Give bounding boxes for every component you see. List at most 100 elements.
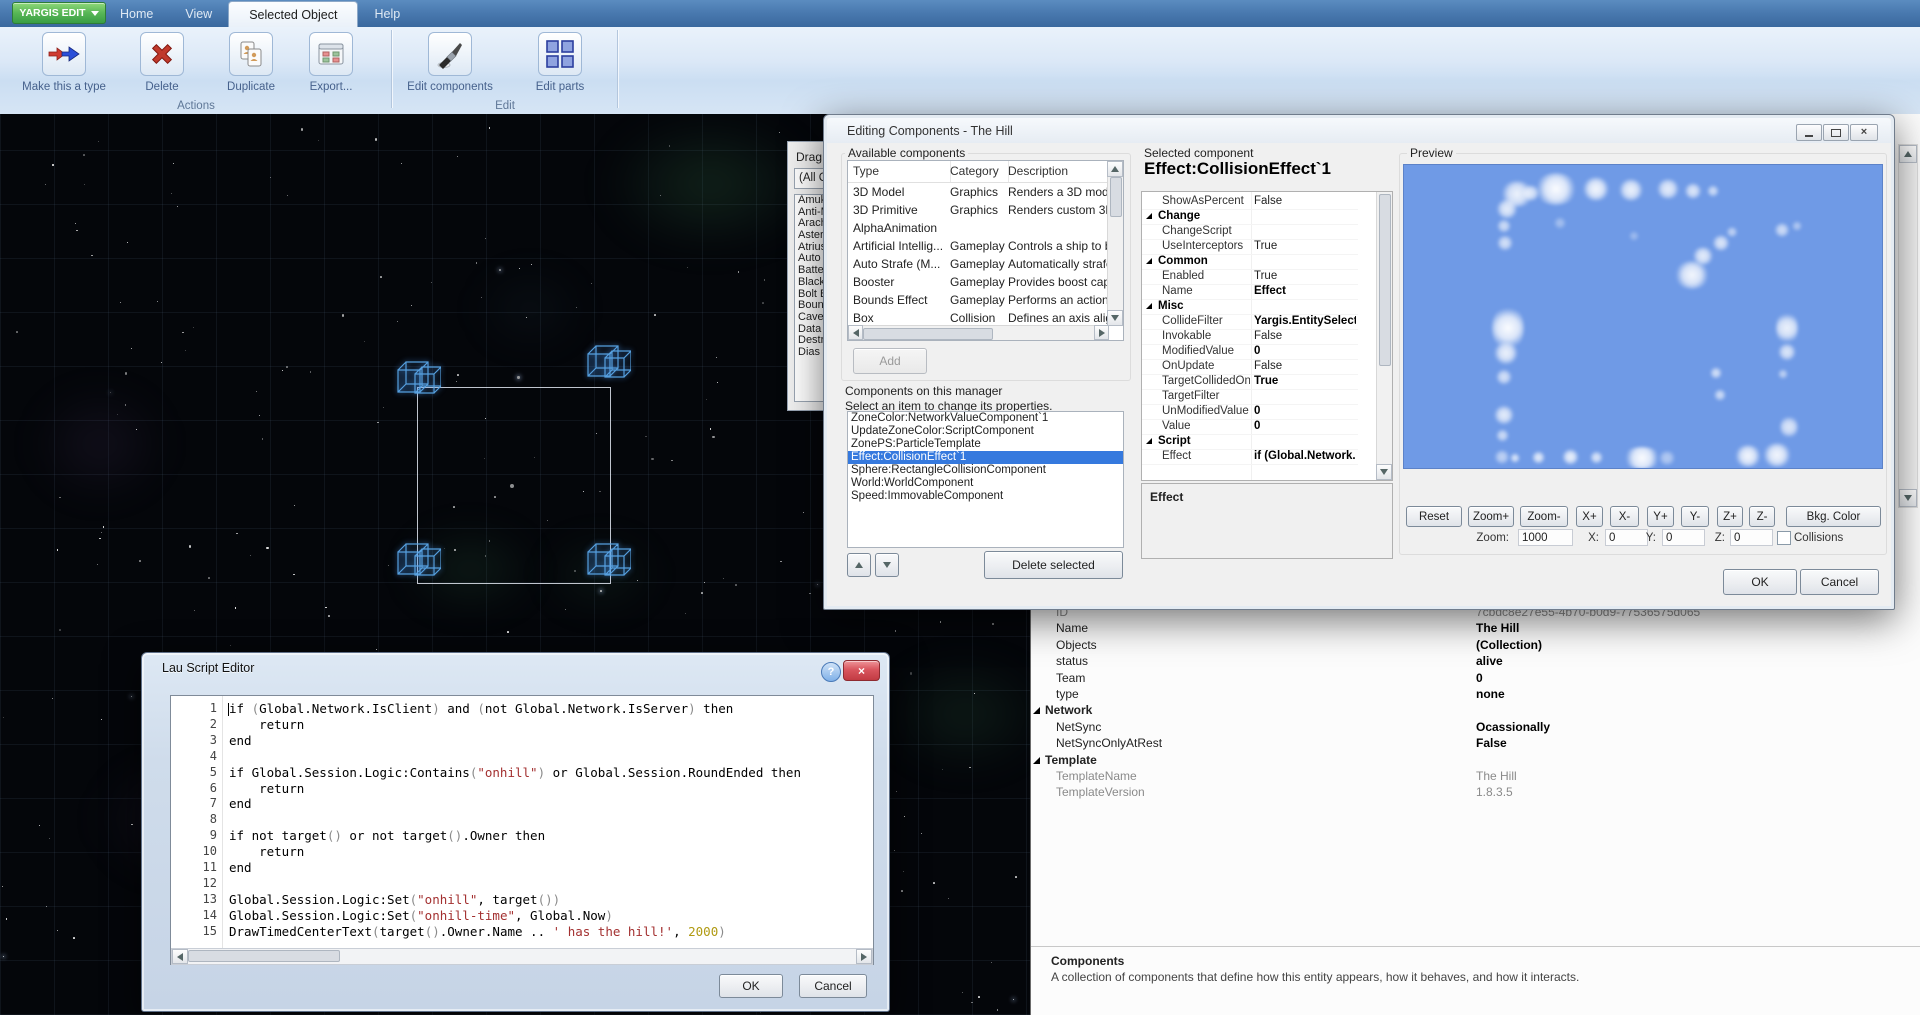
scroll-up-button[interactable] xyxy=(1899,145,1917,163)
zone-corner-cube[interactable] xyxy=(393,352,441,403)
z-field[interactable] xyxy=(1730,529,1773,546)
property-row[interactable]: ShowAsPercentFalse xyxy=(1142,194,1358,210)
delete-button[interactable]: Delete xyxy=(120,30,204,108)
entity-property-row[interactable]: typenone xyxy=(1031,686,1920,702)
dialog-ok-button[interactable]: OK xyxy=(1723,569,1797,595)
component-row[interactable]: Auto Strafe (M...GameplayAutomatically s… xyxy=(848,255,1106,273)
component-row[interactable]: 3D PrimitiveGraphicsRenders custom 3D xyxy=(848,201,1106,219)
entity-property-row[interactable]: TemplateVersion1.8.3.5 xyxy=(1031,784,1920,800)
property-category-row[interactable]: Misc xyxy=(1142,299,1358,315)
column-header-type[interactable]: Type xyxy=(848,161,951,182)
z-plus-button[interactable]: Z+ xyxy=(1717,506,1743,527)
property-row[interactable]: TargetFilter xyxy=(1142,389,1358,405)
table-vertical-scrollbar[interactable] xyxy=(1107,161,1123,325)
property-row[interactable]: OnUpdateFalse xyxy=(1142,359,1358,375)
scroll-left-button[interactable] xyxy=(172,949,188,964)
component-row[interactable]: AlphaAnimation xyxy=(848,219,1106,237)
column-header-description[interactable]: Description xyxy=(1003,161,1112,182)
entity-property-row[interactable]: Team0 xyxy=(1031,670,1920,686)
close-button[interactable]: × xyxy=(1850,124,1878,141)
property-value[interactable]: False xyxy=(1254,329,1356,344)
x-plus-button[interactable]: X+ xyxy=(1576,506,1603,527)
property-value[interactable]: if (Global.Network.I xyxy=(1254,449,1356,464)
property-row[interactable]: InvokableFalse xyxy=(1142,329,1358,345)
particle-preview-canvas[interactable] xyxy=(1403,164,1883,469)
delete-selected-button[interactable]: Delete selected xyxy=(984,551,1123,579)
scrollbar-thumb[interactable] xyxy=(1110,177,1122,217)
maximize-button[interactable] xyxy=(1823,124,1849,141)
scroll-right-button[interactable] xyxy=(856,949,872,964)
panel-vertical-scrollbar[interactable] xyxy=(1898,144,1918,508)
tab-home[interactable]: Home xyxy=(104,0,169,27)
entity-category-row[interactable]: Network xyxy=(1031,702,1920,718)
entity-property-row[interactable]: statusalive xyxy=(1031,653,1920,669)
entity-category-row[interactable]: Template xyxy=(1031,752,1920,768)
collisions-checkbox[interactable] xyxy=(1777,531,1791,545)
move-up-button[interactable] xyxy=(847,553,871,577)
available-components-table[interactable]: TypeCategoryDescription 3D ModelGraphics… xyxy=(847,160,1124,341)
entity-property-value[interactable]: Ocassionally xyxy=(1476,719,1550,735)
property-row[interactable]: NameEffect xyxy=(1142,284,1358,300)
property-value[interactable]: Yargis.EntitySelecto xyxy=(1254,314,1356,329)
property-row[interactable]: UnModifiedValue0 xyxy=(1142,404,1358,420)
scroll-down-button[interactable] xyxy=(1376,464,1392,480)
entity-property-value[interactable]: The Hill xyxy=(1476,620,1519,636)
z-minus-button[interactable]: Z- xyxy=(1749,506,1775,527)
property-category-row[interactable]: Common xyxy=(1142,254,1358,270)
zone-corner-cube[interactable] xyxy=(583,534,631,585)
entity-property-value[interactable]: 1.8.3.5 xyxy=(1476,784,1513,800)
property-value[interactable]: True xyxy=(1254,374,1356,389)
property-value[interactable]: False xyxy=(1254,359,1356,374)
tab-selected-object[interactable]: Selected Object xyxy=(228,1,358,27)
component-row[interactable]: Artificial Intellig...GameplayControls a… xyxy=(848,237,1106,255)
entity-property-value[interactable]: alive xyxy=(1476,653,1503,669)
script-ok-button[interactable]: OK xyxy=(719,974,783,998)
property-row[interactable]: EnabledTrue xyxy=(1142,269,1358,285)
property-grid-scrollbar[interactable] xyxy=(1376,192,1392,480)
component-row[interactable]: Bounds EffectGameplayPerforms an action … xyxy=(848,291,1106,309)
manager-component-item[interactable]: World:WorldComponent xyxy=(848,477,1123,490)
expander-icon[interactable] xyxy=(1146,258,1152,264)
duplicate-button[interactable]: Duplicate xyxy=(208,30,294,108)
script-cancel-button[interactable]: Cancel xyxy=(799,974,867,998)
property-category-row[interactable]: Script xyxy=(1142,434,1358,450)
component-row[interactable]: 3D ModelGraphicsRenders a 3D mode xyxy=(848,183,1106,201)
y-minus-button[interactable]: Y- xyxy=(1681,506,1709,527)
expander-icon[interactable] xyxy=(1146,213,1152,219)
property-category-row[interactable]: Change xyxy=(1142,209,1358,225)
manager-component-item[interactable]: Speed:ImmovableComponent xyxy=(848,490,1123,503)
expander-icon[interactable] xyxy=(1146,438,1152,444)
expander-icon[interactable] xyxy=(1146,303,1152,309)
help-button[interactable]: ? xyxy=(821,662,841,682)
zone-corner-cube[interactable] xyxy=(393,534,441,585)
edit-components-button[interactable]: Edit components xyxy=(398,30,502,108)
scroll-down-button[interactable] xyxy=(1107,310,1123,326)
property-grid[interactable]: ShowAsPercentFalseChangeChangeScriptUseI… xyxy=(1141,191,1393,481)
property-value[interactable]: True xyxy=(1254,239,1356,254)
dialog-titlebar[interactable]: Editing Components - The Hill × xyxy=(827,118,1891,143)
manager-component-item[interactable]: Sphere:RectangleCollisionComponent xyxy=(848,464,1123,477)
property-value[interactable]: 0 xyxy=(1254,404,1356,419)
bkg-color-button[interactable]: Bkg. Color xyxy=(1786,506,1881,527)
table-header[interactable]: TypeCategoryDescription xyxy=(848,161,1123,183)
entity-property-row[interactable]: NetSyncOnlyAtRestFalse xyxy=(1031,735,1920,751)
manager-component-item[interactable]: UpdateZoneColor:ScriptComponent xyxy=(848,425,1123,438)
zoom-field[interactable] xyxy=(1518,529,1573,546)
manager-component-item[interactable]: ZonePS:ParticleTemplate xyxy=(848,438,1123,451)
entity-property-value[interactable]: False xyxy=(1476,735,1507,751)
scrollbar-thumb[interactable] xyxy=(1379,194,1391,366)
dialog-cancel-button[interactable]: Cancel xyxy=(1800,569,1879,595)
property-row[interactable]: Value0 xyxy=(1142,419,1358,435)
expander-icon[interactable] xyxy=(1033,707,1040,714)
property-value[interactable]: Effect xyxy=(1254,284,1356,299)
export-button[interactable]: Export... xyxy=(298,30,364,108)
scrollbar-thumb[interactable] xyxy=(863,328,993,340)
entity-property-value[interactable]: none xyxy=(1476,686,1505,702)
scroll-up-button[interactable] xyxy=(1107,161,1123,177)
close-button[interactable]: × xyxy=(843,660,880,681)
code-editor[interactable]: 1if (Global.Network.IsClient) and (not G… xyxy=(170,695,874,965)
property-value[interactable]: True xyxy=(1254,269,1356,284)
add-component-button[interactable]: Add xyxy=(853,348,927,374)
entity-property-row[interactable]: NameThe Hill xyxy=(1031,620,1920,636)
move-down-button[interactable] xyxy=(875,553,899,577)
